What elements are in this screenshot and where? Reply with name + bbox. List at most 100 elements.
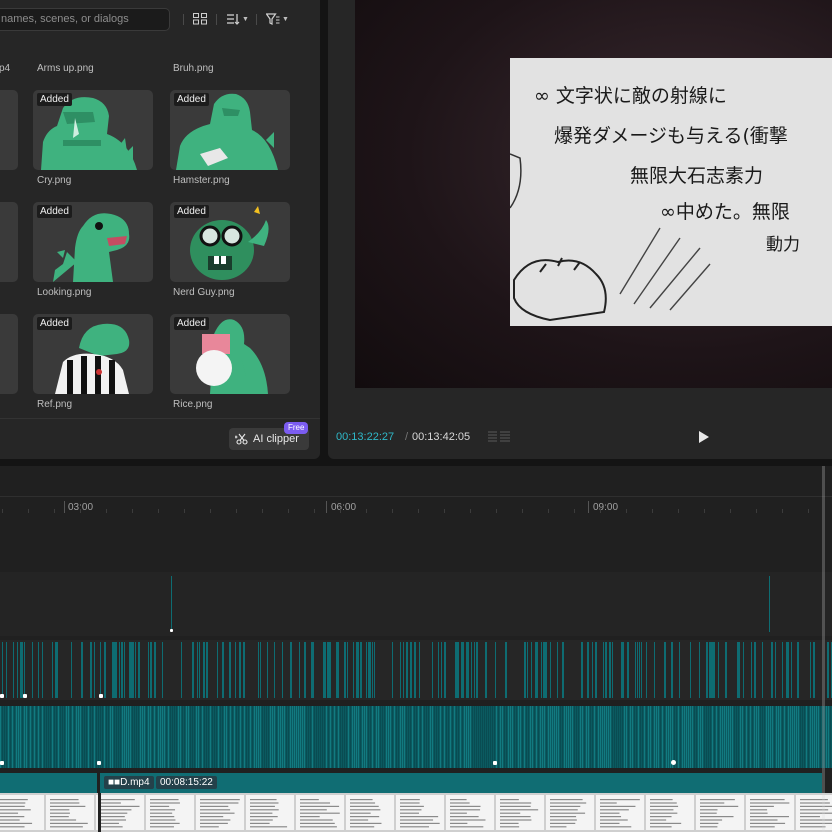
waveform-bar — [10, 706, 11, 768]
waveform-bar — [562, 706, 563, 768]
filmstrip-text-line — [100, 822, 119, 824]
toolbar-divider — [216, 14, 217, 25]
video-clip-filmstrip[interactable] — [0, 793, 832, 832]
keyframe-marker[interactable] — [99, 694, 103, 698]
video-clip-header[interactable] — [0, 773, 97, 793]
waveform-bar — [98, 706, 99, 768]
media-thumbnail[interactable] — [0, 90, 18, 170]
waveform-bar — [364, 706, 365, 768]
keyframe-marker[interactable] — [671, 760, 676, 765]
waveform-bar — [478, 706, 479, 768]
media-thumbnail[interactable] — [0, 314, 18, 394]
media-thumbnail-ref[interactable]: Added — [33, 314, 153, 394]
sort-button[interactable]: ▼ — [226, 10, 249, 28]
waveform-bar — [220, 706, 221, 768]
play-button[interactable] — [698, 430, 710, 449]
waveform-bar — [282, 642, 283, 698]
waveform-bar — [562, 642, 563, 698]
layout-button[interactable] — [488, 430, 510, 449]
filmstrip-text-line — [150, 802, 180, 804]
waveform-bar — [178, 706, 179, 768]
ruler-minor-tick — [132, 509, 133, 513]
waveform-bar — [272, 706, 273, 768]
waveform-bar — [664, 706, 665, 768]
keyframe-marker[interactable] — [23, 694, 27, 698]
waveform-bar — [476, 642, 478, 698]
keyframe-marker[interactable] — [493, 761, 497, 765]
keyframe-marker[interactable] — [0, 694, 4, 698]
filmstrip-text-line — [350, 802, 376, 804]
clip-boundary — [98, 793, 101, 832]
waveform-bar — [603, 642, 604, 698]
waveform-bar — [230, 706, 231, 768]
waveform-bar — [710, 706, 711, 768]
waveform-bar — [552, 706, 553, 768]
waveform-bar — [20, 642, 21, 698]
waveform-bar — [114, 642, 115, 698]
media-thumbnail-rice[interactable]: Added — [170, 314, 290, 394]
keyframe-marker[interactable] — [170, 629, 173, 632]
filmstrip-text-line — [0, 826, 25, 828]
filmstrip-text-line — [300, 805, 340, 807]
waveform-bar — [291, 642, 292, 698]
waveform-bar — [606, 642, 607, 698]
filmstrip-text-line — [500, 799, 519, 801]
waveform-bar — [154, 706, 155, 768]
waveform-bar — [374, 642, 375, 698]
waveform-bar — [346, 706, 347, 768]
search-input[interactable]: names, scenes, or dialogs — [0, 8, 170, 31]
timeline-ruler[interactable]: 03:00 06:00 09:00 — [0, 496, 832, 518]
media-thumbnail-cry[interactable]: Added — [33, 90, 153, 170]
waveform-bar — [662, 706, 663, 768]
keyframe-marker[interactable] — [0, 761, 4, 765]
audio-track-sparse[interactable] — [0, 640, 832, 700]
waveform-bar — [460, 706, 461, 768]
keyframe-marker[interactable] — [97, 761, 101, 765]
waveform-bar — [690, 706, 691, 768]
media-thumbnail-hamster[interactable]: Added — [170, 90, 290, 170]
filter-button[interactable]: ▼ — [266, 10, 289, 28]
waveform-bar — [762, 706, 763, 768]
video-preview[interactable]: ∞ 文字状に敵の射線に 爆発ダメージも与える(衝撃 無限大石志素力 ∞中めた。無… — [355, 0, 832, 388]
waveform-bar — [666, 706, 667, 768]
waveform-bar — [368, 642, 369, 698]
waveform-bar — [267, 642, 268, 698]
filmstrip-text-line — [450, 809, 481, 811]
waveform-bar — [536, 642, 537, 698]
waveform-bar — [710, 642, 711, 698]
filmstrip-text-line — [500, 812, 521, 814]
waveform-bar — [538, 706, 539, 768]
waveform-bar — [274, 706, 275, 768]
waveform-bar — [580, 706, 581, 768]
waveform-bar — [414, 642, 416, 698]
filmstrip-text-line — [700, 802, 725, 804]
waveform-bar — [406, 642, 408, 698]
waveform-bar — [148, 706, 149, 768]
filmstrip-text-line — [0, 809, 31, 811]
ruler-minor-tick — [106, 509, 107, 513]
waveform-bar — [48, 706, 49, 768]
waveform-bar — [660, 706, 661, 768]
filmstrip-text-line — [400, 809, 422, 811]
waveform-bar — [550, 642, 551, 698]
waveform-bar — [13, 642, 14, 698]
waveform-bar — [798, 706, 799, 768]
playhead[interactable] — [822, 466, 825, 832]
waveform-bar — [278, 706, 279, 768]
audio-track-dense[interactable] — [0, 706, 832, 768]
waveform-bar — [182, 706, 183, 768]
media-thumbnail[interactable] — [0, 202, 18, 282]
media-item-name: Cry.png — [37, 175, 72, 186]
waveform-bar — [403, 642, 404, 698]
waveform-bar — [60, 706, 61, 768]
waveform-bar — [217, 642, 218, 698]
waveform-bar — [240, 706, 241, 768]
waveform-bar — [530, 706, 531, 768]
view-toggle-button[interactable] — [193, 10, 208, 28]
waveform-bar — [758, 706, 759, 768]
media-thumbnail-nerd-guy[interactable]: Added — [170, 202, 290, 282]
empty-track[interactable] — [0, 572, 832, 636]
waveform-bar — [436, 706, 437, 768]
media-thumbnail-looking[interactable]: Added — [33, 202, 153, 282]
waveform-bar — [94, 642, 95, 698]
